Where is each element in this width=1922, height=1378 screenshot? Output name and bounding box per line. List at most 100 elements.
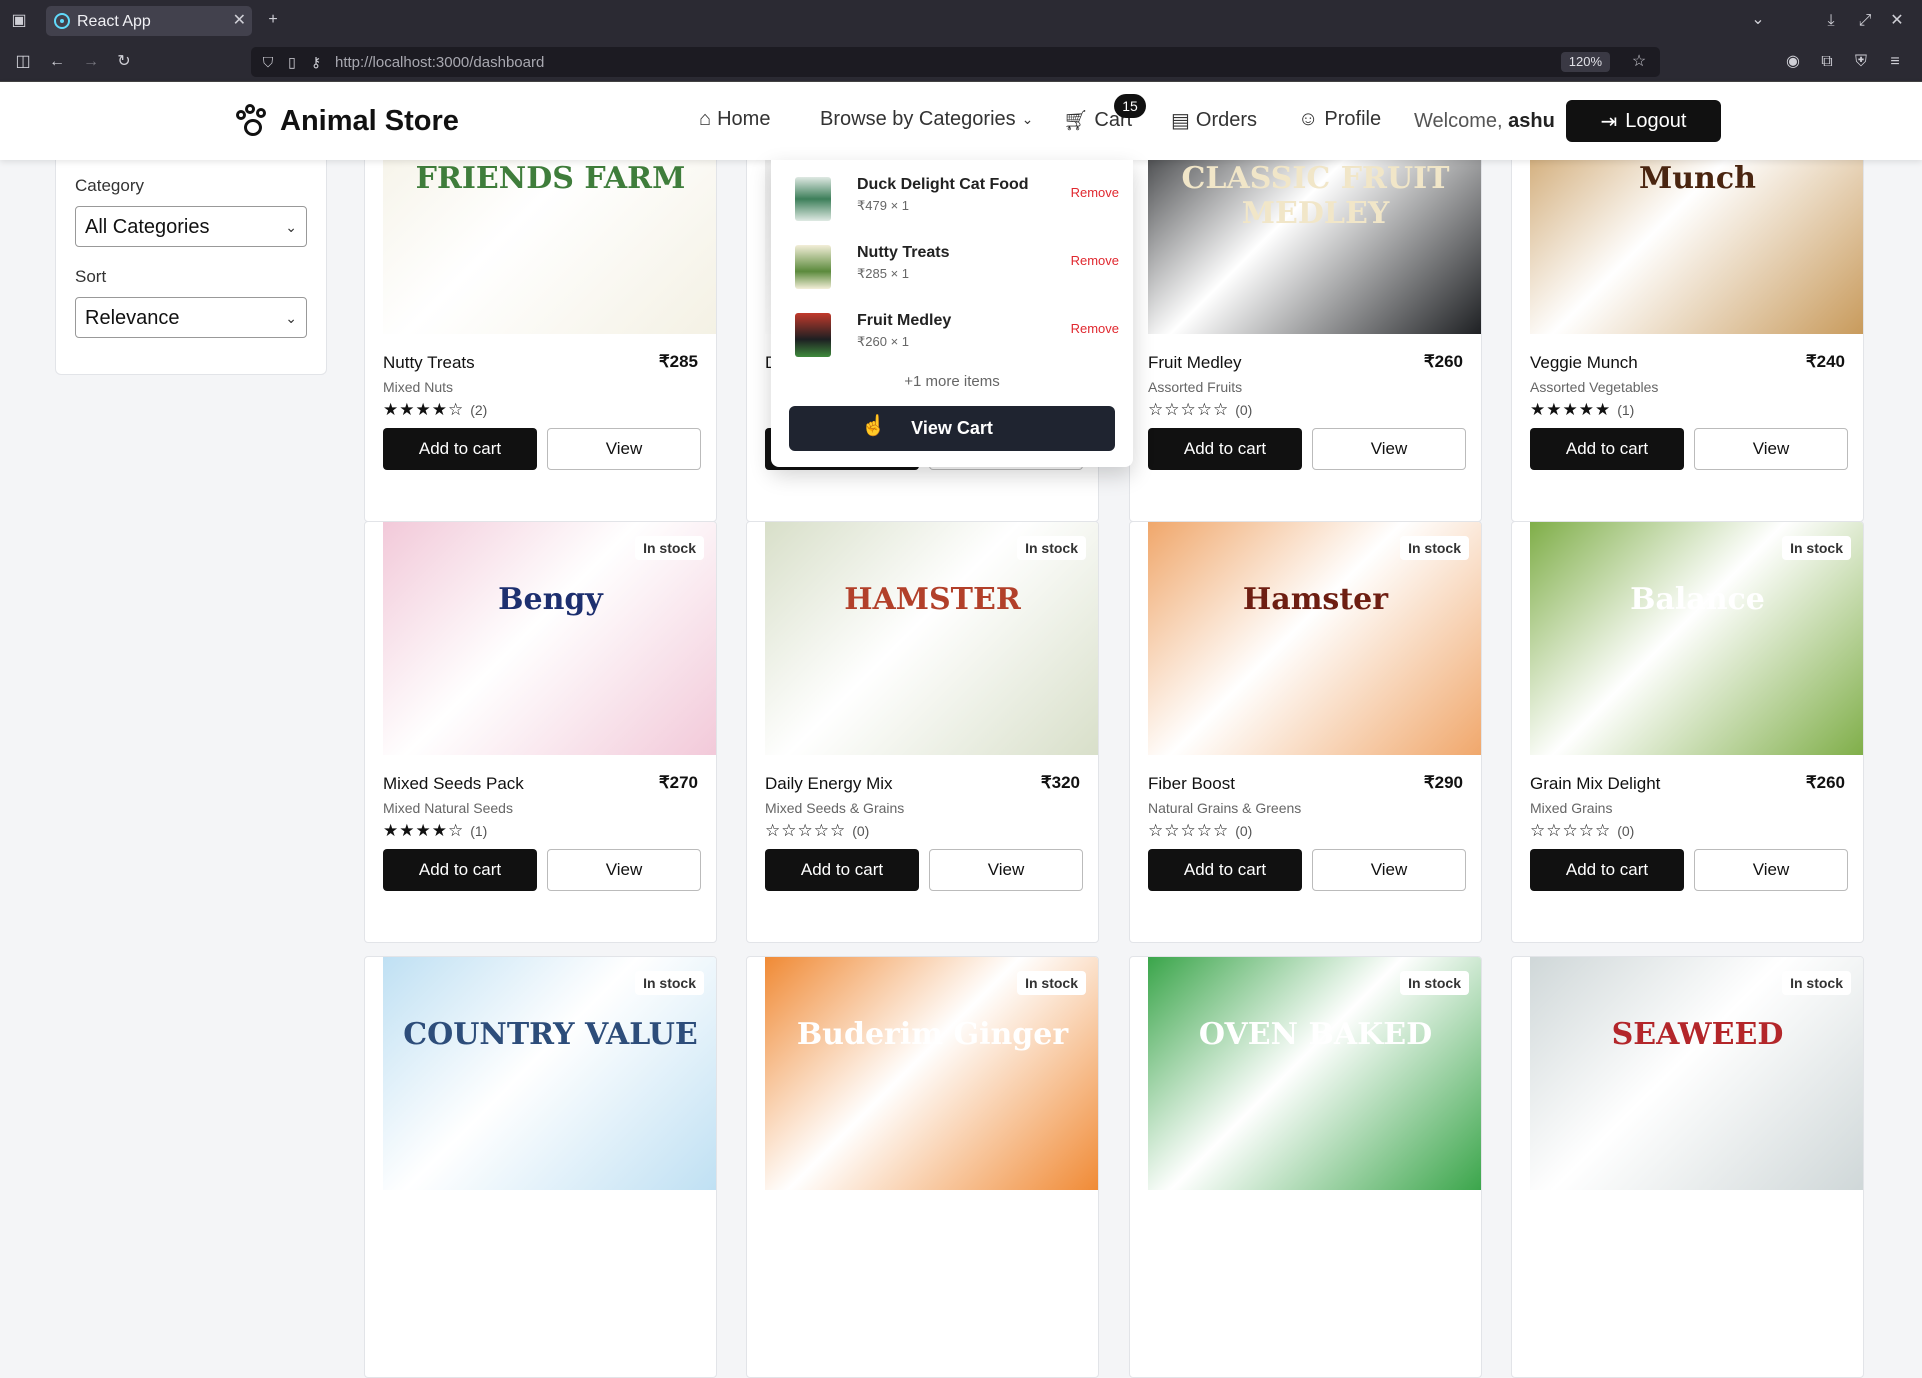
close-tab-icon[interactable]: ✕ <box>233 10 246 30</box>
cart-item-thumbnail <box>795 245 831 289</box>
product-image-brand-text: Balance <box>1630 582 1765 617</box>
filter-panel: Category All Categories ⌄ Sort Relevance… <box>55 150 327 375</box>
logout-label: Logout <box>1625 109 1687 132</box>
product-category: Assorted Vegetables <box>1530 379 1659 395</box>
menu-icon[interactable]: ≡ <box>1884 52 1906 72</box>
product-card: COUNTRY VALUE In stock <box>364 956 717 1378</box>
page-info-icon[interactable]: ▯ <box>281 52 303 72</box>
nav-browse-categories[interactable]: Browse by Categories ⌄ <box>820 108 1039 131</box>
account-icon[interactable]: ◉ <box>1782 52 1804 72</box>
star-rating: ★★★★☆ (1) <box>383 821 487 841</box>
product-image[interactable]: Balance In stock <box>1530 522 1863 755</box>
sort-select[interactable]: Relevance ⌄ <box>75 297 307 338</box>
product-image[interactable]: Buderim Ginger In stock <box>765 957 1098 1190</box>
chevron-down-icon: ⌄ <box>285 219 297 235</box>
star-rating <box>765 1256 771 1276</box>
add-to-cart-button[interactable]: Add to cart <box>1148 428 1302 470</box>
close-window-icon[interactable]: ✕ <box>1886 11 1908 31</box>
add-to-cart-button[interactable]: Add to cart <box>1530 849 1684 891</box>
list-all-tabs-icon[interactable]: ⌄ <box>1747 10 1769 30</box>
rating-count: (0) <box>1235 823 1253 839</box>
product-name: Mixed Seeds Pack <box>383 774 524 793</box>
product-image[interactable]: Bengy In stock <box>383 522 716 755</box>
product-card: CLASSIC FRUIT MEDLEY Fruit Medley ₹260 Asso… <box>1129 100 1482 522</box>
product-category: Mixed Grains <box>1530 800 1613 816</box>
rating-count: (1) <box>470 823 488 839</box>
cart-item: Fruit Medley ₹260 × 1 Remove <box>795 309 1119 365</box>
product-image-brand-text: Bengy <box>498 582 603 617</box>
nav-orders-label: Orders <box>1195 109 1258 131</box>
star-rating: ☆☆☆☆☆ (0) <box>1148 400 1252 420</box>
product-image[interactable]: Hamster In stock <box>1148 522 1481 755</box>
product-price: ₹290 <box>1423 773 1463 792</box>
reload-icon[interactable]: ↻ <box>113 52 135 72</box>
product-image[interactable]: COUNTRY VALUE In stock <box>383 957 716 1190</box>
star-rating: ☆☆☆☆☆ (0) <box>765 821 869 841</box>
remove-cart-item-button[interactable]: Remove <box>1071 321 1119 336</box>
product-image-brand-text: FRIENDS FARM <box>415 161 686 196</box>
back-icon[interactable]: ← <box>46 52 68 72</box>
rating-stars: ☆☆☆☆☆ <box>1148 400 1230 419</box>
rating-stars: ☆☆☆☆☆ <box>1148 821 1230 840</box>
stock-badge: In stock <box>1017 971 1086 995</box>
sidebar-toggle-icon[interactable]: ◫ <box>12 52 34 72</box>
cart-item-name: Nutty Treats <box>857 244 950 261</box>
browser-tab[interactable]: React App ✕ <box>46 6 252 36</box>
product-card: Bengy In stock Mixed Seeds Pack ₹270 Mixed N… <box>364 521 717 943</box>
brand-logo[interactable]: Animal Store <box>236 102 459 140</box>
product-image[interactable]: OVEN BAKED In stock <box>1148 957 1481 1190</box>
product-image-brand-text: OVEN BAKED <box>1198 1017 1433 1052</box>
key-icon[interactable]: ⚷ <box>305 52 327 72</box>
stock-badge: In stock <box>635 971 704 995</box>
nav-profile[interactable]: ☺ Profile <box>1298 108 1381 131</box>
view-product-button[interactable]: View <box>1312 428 1466 470</box>
product-image[interactable]: SEAWEED In stock <box>1530 957 1863 1190</box>
restore-icon[interactable]: ⤢ <box>1854 11 1876 31</box>
product-name: Grain Mix Delight <box>1530 774 1661 793</box>
minimize-icon[interactable]: ⤓ <box>1820 11 1842 31</box>
add-to-cart-button[interactable]: Add to cart <box>765 849 919 891</box>
cart-item: Duck Delight Cat Food ₹479 × 1 Remove <box>795 173 1119 229</box>
view-product-button[interactable]: View <box>547 849 701 891</box>
remove-cart-item-button[interactable]: Remove <box>1071 185 1119 200</box>
view-product-button[interactable]: View <box>547 428 701 470</box>
remove-cart-item-button[interactable]: Remove <box>1071 253 1119 268</box>
category-select[interactable]: All Categories ⌄ <box>75 206 307 247</box>
product-price: ₹260 <box>1805 773 1845 792</box>
cart-item-price-qty: ₹285 × 1 <box>857 266 910 281</box>
add-to-cart-button[interactable]: Add to cart <box>1530 428 1684 470</box>
view-product-button[interactable]: View <box>1694 849 1848 891</box>
product-category: Natural Grains & Greens <box>1148 800 1302 816</box>
paw-icon <box>236 104 270 138</box>
forward-icon[interactable]: → <box>80 52 102 72</box>
product-image-brand-text: CLASSIC FRUIT MEDLEY <box>1181 161 1450 231</box>
product-name: Daily Energy Mix <box>765 774 893 793</box>
star-rating <box>383 1256 389 1276</box>
rating-count: (0) <box>852 823 870 839</box>
view-product-button[interactable]: View <box>1694 428 1848 470</box>
nav-home[interactable]: ⌂ Home <box>699 108 770 131</box>
tab-list-icon[interactable]: ▣ <box>8 11 30 31</box>
view-product-button[interactable]: View <box>929 849 1083 891</box>
logout-button[interactable]: ⇥ Logout <box>1566 100 1721 142</box>
product-name: Fruit Medley <box>1148 353 1242 372</box>
privacy-badge-icon[interactable]: ⛨ <box>1850 52 1872 72</box>
sort-label: Sort <box>75 267 107 286</box>
address-bar[interactable]: ⛉ ▯ ⚷ http://localhost:3000/dashboard 12… <box>251 47 1660 77</box>
extensions-icon[interactable]: ⧉ <box>1816 52 1838 72</box>
add-to-cart-button[interactable]: Add to cart <box>1148 849 1302 891</box>
add-to-cart-button[interactable]: Add to cart <box>383 849 537 891</box>
zoom-level[interactable]: 120% <box>1560 52 1610 72</box>
shield-icon[interactable]: ⛉ <box>257 52 279 72</box>
cart-count-badge: 15 <box>1114 94 1146 118</box>
product-image[interactable]: HAMSTER In stock <box>765 522 1098 755</box>
more-items-text: +1 more items <box>904 373 1000 390</box>
new-tab-icon[interactable]: + <box>262 10 284 30</box>
url-text[interactable]: http://localhost:3000/dashboard <box>335 54 544 71</box>
add-to-cart-button[interactable]: Add to cart <box>383 428 537 470</box>
view-product-button[interactable]: View <box>1312 849 1466 891</box>
bookmark-star-icon[interactable]: ☆ <box>1628 52 1650 72</box>
star-rating: ☆☆☆☆☆ (0) <box>1530 821 1634 841</box>
view-cart-button[interactable]: View Cart <box>789 406 1115 451</box>
nav-orders[interactable]: ▤ Orders <box>1171 108 1257 133</box>
